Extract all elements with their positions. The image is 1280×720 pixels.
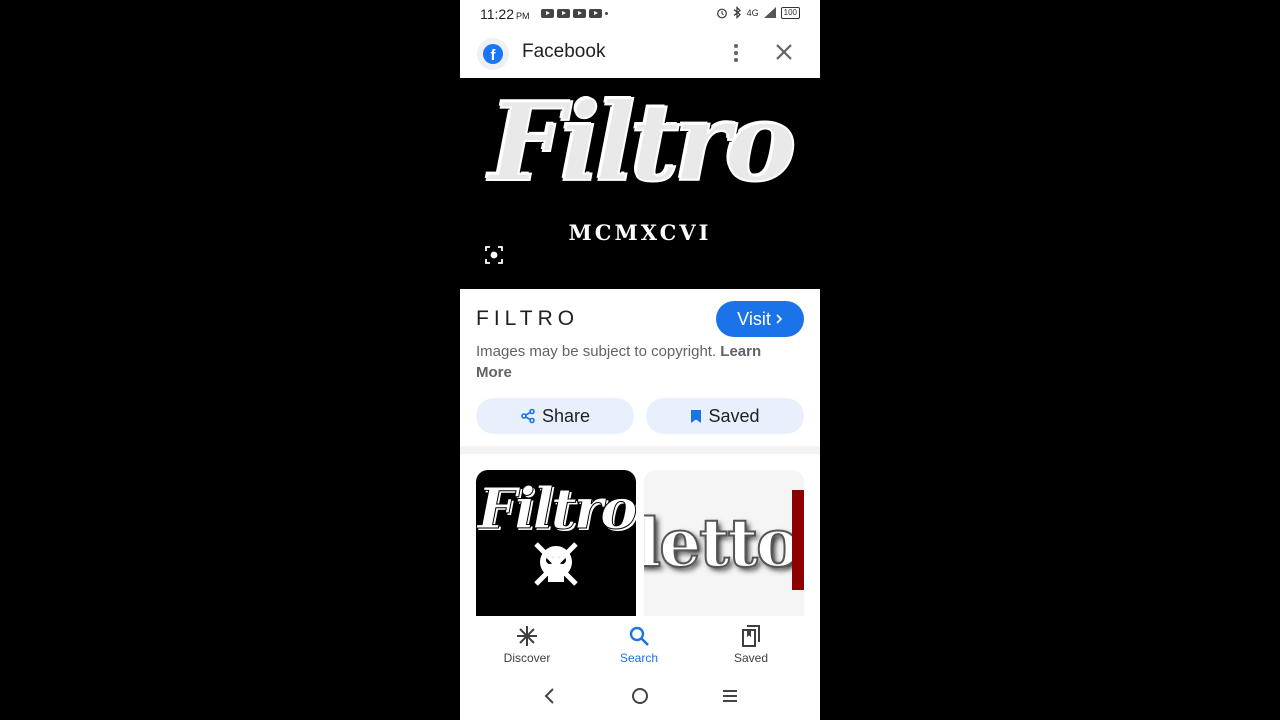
- status-bar: 11:22 PM 4G 100: [460, 0, 820, 28]
- related-image-2-accent: [792, 490, 804, 590]
- search-icon: [629, 626, 649, 646]
- visit-button[interactable]: Visit: [716, 301, 804, 337]
- hero-wordmark: Filtro: [488, 79, 798, 207]
- status-time-value: 11:22: [480, 6, 514, 22]
- nav-discover[interactable]: Discover: [477, 616, 577, 672]
- facebook-logo-icon: f: [477, 38, 509, 70]
- share-label: Share: [541, 405, 591, 426]
- saved-button[interactable]: Saved: [646, 398, 804, 434]
- facebook-logo-letter: f: [483, 44, 503, 64]
- alarm-icon: [716, 8, 727, 18]
- related-image-1-wordmark: Filtro: [477, 476, 636, 543]
- more-options-icon[interactable]: [728, 41, 744, 65]
- nav-saved[interactable]: Saved: [701, 616, 801, 672]
- bookmark-icon: [691, 409, 702, 423]
- asterisk-icon: [517, 626, 537, 646]
- skull-icon: [534, 542, 578, 586]
- signal-icon: [763, 7, 776, 18]
- more-notifications-icon: [605, 12, 608, 15]
- back-icon[interactable]: [540, 686, 560, 706]
- recent-apps-icon[interactable]: [720, 686, 740, 706]
- app-header: f Facebook: [460, 28, 820, 78]
- home-icon[interactable]: [630, 686, 650, 706]
- visit-label: Visit: [737, 308, 771, 329]
- page-title: Facebook: [522, 41, 606, 62]
- copyright-text: Images may be subject to copyright.: [476, 343, 717, 360]
- network-type: 4G: [746, 7, 759, 18]
- nav-discover-label: Discover: [503, 651, 551, 665]
- hero-image[interactable]: Filtro MCMXCVI: [460, 78, 820, 289]
- phone-screen: 11:22 PM 4G 100 f Facebook Filtro MCMXCVI…: [460, 0, 820, 720]
- lens-search-icon[interactable]: [484, 245, 504, 265]
- related-image-1[interactable]: Filtro: [476, 470, 636, 616]
- youtube-icon: [573, 9, 586, 18]
- battery-level: 100: [780, 6, 800, 19]
- youtube-icon: [589, 9, 602, 18]
- saved-label: Saved: [708, 405, 760, 426]
- related-image-2[interactable]: letto: [644, 470, 804, 616]
- notification-icons: [541, 9, 608, 18]
- youtube-icon: [541, 9, 554, 18]
- youtube-icon: [557, 9, 570, 18]
- chevron-right-icon: [776, 314, 782, 324]
- close-icon[interactable]: [772, 40, 796, 64]
- saved-collections-icon: [742, 625, 760, 647]
- status-ampm: PM: [516, 11, 530, 21]
- section-divider: [460, 446, 820, 454]
- bottom-navigation: Discover Search Saved: [460, 616, 820, 672]
- status-right: 4G 100: [716, 6, 800, 19]
- related-image-2-wordmark: letto: [644, 503, 801, 583]
- nav-search-label: Search: [619, 651, 659, 665]
- status-time: 11:22 PM: [480, 6, 530, 22]
- share-button[interactable]: Share: [476, 398, 634, 434]
- hero-subtitle: MCMXCVI: [568, 220, 712, 245]
- system-navigation: [460, 672, 820, 720]
- result-title: FILTRO: [476, 307, 580, 330]
- copyright-notice: Images may be subject to copyright. Lear…: [476, 341, 796, 383]
- nav-search[interactable]: Search: [589, 616, 689, 672]
- bluetooth-icon: [733, 6, 741, 19]
- share-icon: [521, 408, 535, 424]
- nav-saved-label: Saved: [733, 651, 769, 665]
